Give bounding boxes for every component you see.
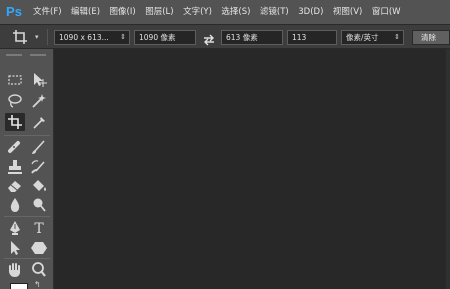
divider — [47, 29, 48, 45]
panel-grip[interactable] — [0, 49, 54, 61]
blur-icon[interactable] — [5, 196, 25, 214]
type-icon[interactable]: T — [29, 219, 49, 237]
marquee-icon[interactable] — [5, 71, 25, 89]
magic-wand-icon[interactable] — [29, 92, 49, 110]
hand-icon[interactable] — [5, 261, 25, 279]
dodge-icon[interactable] — [29, 196, 49, 214]
foreground-color-swatch[interactable] — [10, 283, 28, 289]
path-selection-icon[interactable] — [5, 239, 25, 257]
options-bar: ▾ 1090 x 613... ⇕ 1090 像素 613 像素 113 像素/… — [0, 24, 450, 49]
history-brush-icon[interactable] — [29, 158, 49, 176]
menu-image[interactable]: 图像(I) — [110, 0, 136, 24]
hexagon-icon[interactable] — [29, 239, 49, 257]
brush-icon[interactable] — [29, 138, 49, 156]
chevron-updown-icon: ⇕ — [120, 33, 126, 41]
resolution-field[interactable]: 113 — [287, 30, 337, 45]
crop-preset-value: 1090 x 613... — [59, 33, 109, 42]
menu-type[interactable]: 文字(Y) — [183, 0, 212, 24]
resolution-unit-select[interactable]: 像素/英寸 ⇕ — [341, 30, 404, 45]
lasso-icon[interactable] — [5, 92, 25, 110]
eraser-icon[interactable] — [5, 177, 25, 195]
clear-button[interactable]: 清除 — [412, 30, 450, 45]
menu-3d[interactable]: 3D(D) — [298, 0, 323, 24]
menu-filter[interactable]: 滤镜(T) — [260, 0, 289, 24]
crop-height-field[interactable]: 613 像素 — [221, 30, 283, 45]
crop-width-field[interactable]: 1090 像素 — [134, 30, 196, 45]
photoshop-logo: Ps — [6, 4, 22, 19]
eyedropper-icon[interactable] — [29, 113, 49, 131]
divider — [4, 258, 50, 259]
move-icon[interactable] — [29, 71, 49, 89]
crop-height-value: 613 像素 — [226, 33, 258, 42]
menu-window[interactable]: 窗口(W — [372, 0, 401, 24]
menu-bar: Ps 文件(F) 编辑(E) 图像(I) 图层(L) 文字(Y) 选择(S) 滤… — [0, 0, 450, 24]
menu-select[interactable]: 选择(S) — [221, 0, 250, 24]
resolution-value: 113 — [292, 33, 307, 42]
menu-edit[interactable]: 编辑(E) — [71, 0, 100, 24]
bandage-icon[interactable] — [5, 138, 25, 156]
right-panel-edge — [446, 49, 450, 289]
crop-preset-select[interactable]: 1090 x 613... ⇕ — [54, 30, 130, 45]
stamp-icon[interactable] — [5, 158, 25, 176]
paint-bucket-icon[interactable] — [29, 177, 49, 195]
document-canvas-area[interactable] — [55, 49, 450, 289]
divider — [4, 135, 50, 136]
menu-view[interactable]: 视图(V) — [333, 0, 362, 24]
chevron-updown-icon: ⇕ — [394, 33, 400, 41]
swap-colors-icon[interactable]: ↰ — [34, 280, 41, 289]
crop-width-value: 1090 像素 — [139, 33, 176, 42]
type-tool-glyph: T — [34, 221, 44, 237]
resolution-unit-value: 像素/英寸 — [346, 33, 379, 42]
menu-file[interactable]: 文件(F) — [33, 0, 62, 24]
tool-preset-dropdown-icon[interactable]: ▾ — [35, 30, 39, 44]
pen-icon[interactable] — [5, 219, 25, 237]
crop-icon[interactable] — [12, 29, 28, 45]
swap-dimensions-icon[interactable] — [203, 31, 215, 46]
menu-layer[interactable]: 图层(L) — [145, 0, 173, 24]
divider — [4, 216, 50, 217]
crop-icon[interactable] — [5, 113, 25, 131]
zoom-icon[interactable] — [29, 261, 49, 279]
